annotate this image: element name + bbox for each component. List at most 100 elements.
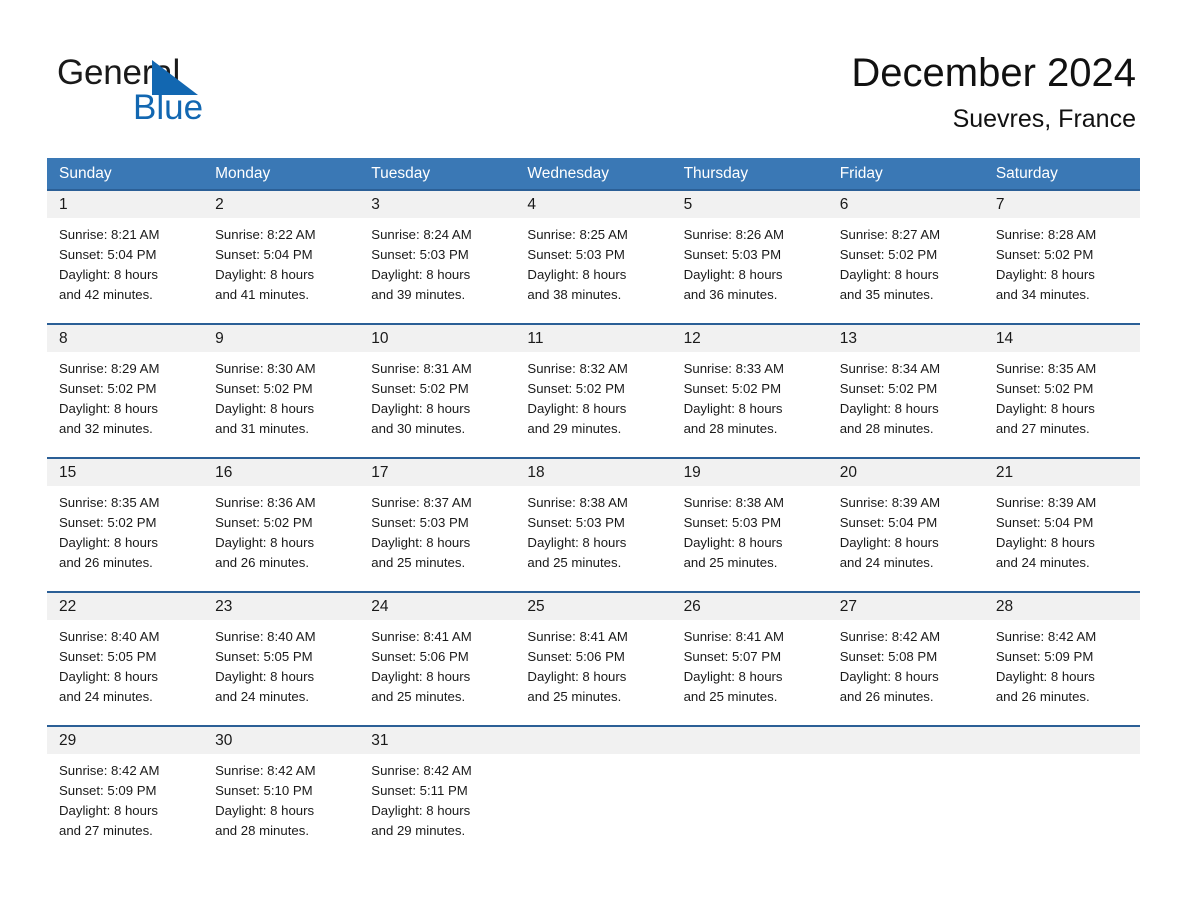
daylight-text-line2: and 28 minutes. bbox=[683, 421, 778, 436]
day-cell[interactable]: 13 Sunrise: 8:34 AM Sunset: 5:02 PM Dayl… bbox=[827, 325, 984, 457]
day-cell[interactable]: 4 Sunrise: 8:25 AM Sunset: 5:03 PM Dayli… bbox=[515, 191, 672, 323]
day-cell[interactable]: 28 Sunrise: 8:42 AM Sunset: 5:09 PM Dayl… bbox=[983, 593, 1140, 725]
day-cell[interactable]: 10 Sunrise: 8:31 AM Sunset: 5:02 PM Dayl… bbox=[359, 325, 516, 457]
sunset-text: Sunset: 5:02 PM bbox=[839, 381, 938, 396]
day-cell[interactable]: 29 Sunrise: 8:42 AM Sunset: 5:09 PM Dayl… bbox=[47, 727, 204, 838]
sunset-text: Sunset: 5:04 PM bbox=[839, 515, 938, 530]
day-cell[interactable]: 7 Sunrise: 8:28 AM Sunset: 5:02 PM Dayli… bbox=[983, 191, 1140, 323]
daynum-band: 22 bbox=[47, 593, 204, 620]
day-details: Sunrise: 8:42 AM Sunset: 5:09 PM Dayligh… bbox=[984, 620, 1140, 707]
day-number: 14 bbox=[995, 330, 1014, 347]
daylight-text-line2: and 27 minutes. bbox=[59, 823, 153, 838]
day-cell[interactable]: 14 Sunrise: 8:35 AM Sunset: 5:02 PM Dayl… bbox=[983, 325, 1140, 457]
day-cell[interactable]: 8 Sunrise: 8:29 AM Sunset: 5:02 PM Dayli… bbox=[47, 325, 204, 457]
day-cell[interactable]: 30 Sunrise: 8:42 AM Sunset: 5:10 PM Dayl… bbox=[203, 727, 360, 838]
day-cell[interactable]: 22 Sunrise: 8:40 AM Sunset: 5:05 PM Dayl… bbox=[47, 593, 204, 725]
sunrise-text: Sunrise: 8:40 AM bbox=[215, 629, 316, 644]
daynum-band: 14 bbox=[983, 325, 1140, 352]
generalblue-logo[interactable]: General Blue bbox=[57, 52, 317, 127]
sunrise-text: Sunrise: 8:41 AM bbox=[371, 629, 472, 644]
day-cell[interactable]: 1 Sunrise: 8:21 AM Sunset: 5:04 PM Dayli… bbox=[47, 191, 204, 323]
day-cell[interactable]: 18 Sunrise: 8:38 AM Sunset: 5:03 PM Dayl… bbox=[515, 459, 672, 591]
day-details: Sunrise: 8:38 AM Sunset: 5:03 PM Dayligh… bbox=[515, 486, 671, 573]
daylight-text-line1: Daylight: 8 hours bbox=[59, 401, 158, 416]
day-number: 24 bbox=[371, 598, 389, 615]
day-number: 3 bbox=[371, 196, 380, 213]
day-cell[interactable]: 25 Sunrise: 8:41 AM Sunset: 5:06 PM Dayl… bbox=[515, 593, 672, 725]
sunset-text: Sunset: 5:02 PM bbox=[215, 515, 313, 530]
sunset-text: Sunset: 5:03 PM bbox=[527, 515, 625, 530]
day-number: 17 bbox=[371, 464, 389, 481]
day-cell[interactable]: 27 Sunrise: 8:42 AM Sunset: 5:08 PM Dayl… bbox=[827, 593, 984, 725]
sunrise-text: Sunrise: 8:33 AM bbox=[683, 361, 784, 376]
day-cell[interactable]: 31 Sunrise: 8:42 AM Sunset: 5:11 PM Dayl… bbox=[359, 727, 516, 838]
day-details: Sunrise: 8:31 AM Sunset: 5:02 PM Dayligh… bbox=[359, 352, 515, 439]
sunrise-text: Sunrise: 8:42 AM bbox=[215, 763, 316, 778]
day-cell[interactable]: 3 Sunrise: 8:24 AM Sunset: 5:03 PM Dayli… bbox=[359, 191, 516, 323]
daylight-text-line1: Daylight: 8 hours bbox=[215, 535, 315, 550]
daynum-band: 10 bbox=[359, 325, 516, 352]
day-cell[interactable]: 26 Sunrise: 8:41 AM Sunset: 5:07 PM Dayl… bbox=[671, 593, 828, 725]
week-row: 1 Sunrise: 8:21 AM Sunset: 5:04 PM Dayli… bbox=[47, 189, 1140, 323]
daynum-band: 7 bbox=[983, 191, 1140, 218]
daylight-text-line1: Daylight: 8 hours bbox=[527, 669, 627, 684]
sunset-text: Sunset: 5:02 PM bbox=[683, 381, 782, 396]
weekday-header-tuesday: Tuesday bbox=[371, 165, 431, 182]
daylight-text-line2: and 28 minutes. bbox=[215, 823, 309, 838]
day-details: Sunrise: 8:40 AM Sunset: 5:05 PM Dayligh… bbox=[203, 620, 359, 707]
daynum-band: 4 bbox=[515, 191, 672, 218]
day-number: 23 bbox=[215, 598, 233, 615]
day-number: 1 bbox=[59, 196, 68, 213]
daynum-band: 21 bbox=[983, 459, 1140, 486]
daylight-text-line1: Daylight: 8 hours bbox=[215, 803, 315, 818]
day-cell[interactable]: 15 Sunrise: 8:35 AM Sunset: 5:02 PM Dayl… bbox=[47, 459, 204, 591]
day-details: Sunrise: 8:34 AM Sunset: 5:02 PM Dayligh… bbox=[828, 352, 984, 439]
day-cell[interactable]: 20 Sunrise: 8:39 AM Sunset: 5:04 PM Dayl… bbox=[827, 459, 984, 591]
daylight-text-line2: and 25 minutes. bbox=[371, 689, 466, 704]
day-cell[interactable]: 16 Sunrise: 8:36 AM Sunset: 5:02 PM Dayl… bbox=[203, 459, 360, 591]
day-cell[interactable]: 17 Sunrise: 8:37 AM Sunset: 5:03 PM Dayl… bbox=[359, 459, 516, 591]
daylight-text-line1: Daylight: 8 hours bbox=[683, 535, 783, 550]
daylight-text-line2: and 42 minutes. bbox=[59, 287, 153, 302]
day-cell[interactable]: 2 Sunrise: 8:22 AM Sunset: 5:04 PM Dayli… bbox=[203, 191, 360, 323]
daynum-band: 31 bbox=[359, 727, 516, 754]
sunrise-text: Sunrise: 8:24 AM bbox=[371, 227, 472, 242]
day-cell-empty bbox=[983, 727, 1140, 838]
daynum-band: 1 bbox=[47, 191, 204, 218]
sunset-text: Sunset: 5:02 PM bbox=[215, 381, 313, 396]
weekday-header-sunday: Sunday bbox=[59, 165, 112, 182]
daylight-text-line2: and 24 minutes. bbox=[995, 555, 1090, 570]
day-cell-empty bbox=[827, 727, 984, 838]
day-details: Sunrise: 8:39 AM Sunset: 5:04 PM Dayligh… bbox=[828, 486, 984, 573]
daylight-text-line1: Daylight: 8 hours bbox=[683, 669, 783, 684]
day-cell[interactable]: 24 Sunrise: 8:41 AM Sunset: 5:06 PM Dayl… bbox=[359, 593, 516, 725]
day-details: Sunrise: 8:40 AM Sunset: 5:05 PM Dayligh… bbox=[47, 620, 203, 707]
daynum-band: 24 bbox=[359, 593, 516, 620]
day-details: Sunrise: 8:37 AM Sunset: 5:03 PM Dayligh… bbox=[359, 486, 515, 573]
daylight-text-line1: Daylight: 8 hours bbox=[995, 535, 1095, 550]
page-title: December 2024 bbox=[851, 51, 1136, 95]
day-cell[interactable]: 5 Sunrise: 8:26 AM Sunset: 5:03 PM Dayli… bbox=[671, 191, 828, 323]
daylight-text-line2: and 27 minutes. bbox=[995, 421, 1090, 436]
calendar-grid: Sunday Monday Tuesday Wednesday Thursday… bbox=[47, 158, 1140, 838]
day-number: 26 bbox=[683, 598, 701, 615]
day-cell[interactable]: 12 Sunrise: 8:33 AM Sunset: 5:02 PM Dayl… bbox=[671, 325, 828, 457]
sunrise-text: Sunrise: 8:42 AM bbox=[371, 763, 472, 778]
day-number: 9 bbox=[215, 330, 224, 347]
sunset-text: Sunset: 5:02 PM bbox=[995, 381, 1094, 396]
daylight-text-line2: and 25 minutes. bbox=[527, 555, 622, 570]
daynum-band: 9 bbox=[203, 325, 360, 352]
day-cell[interactable]: 11 Sunrise: 8:32 AM Sunset: 5:02 PM Dayl… bbox=[515, 325, 672, 457]
day-cell[interactable]: 9 Sunrise: 8:30 AM Sunset: 5:02 PM Dayli… bbox=[203, 325, 360, 457]
daylight-text-line1: Daylight: 8 hours bbox=[527, 267, 627, 282]
daylight-text-line1: Daylight: 8 hours bbox=[371, 803, 471, 818]
daylight-text-line2: and 41 minutes. bbox=[215, 287, 309, 302]
day-number: 15 bbox=[59, 464, 77, 481]
day-cell[interactable]: 6 Sunrise: 8:27 AM Sunset: 5:02 PM Dayli… bbox=[827, 191, 984, 323]
daylight-text-line2: and 34 minutes. bbox=[995, 287, 1090, 302]
daylight-text-line2: and 36 minutes. bbox=[683, 287, 778, 302]
day-cell[interactable]: 21 Sunrise: 8:39 AM Sunset: 5:04 PM Dayl… bbox=[983, 459, 1140, 591]
day-cell[interactable]: 23 Sunrise: 8:40 AM Sunset: 5:05 PM Dayl… bbox=[203, 593, 360, 725]
day-number: 4 bbox=[527, 196, 537, 213]
day-cell[interactable]: 19 Sunrise: 8:38 AM Sunset: 5:03 PM Dayl… bbox=[671, 459, 828, 591]
